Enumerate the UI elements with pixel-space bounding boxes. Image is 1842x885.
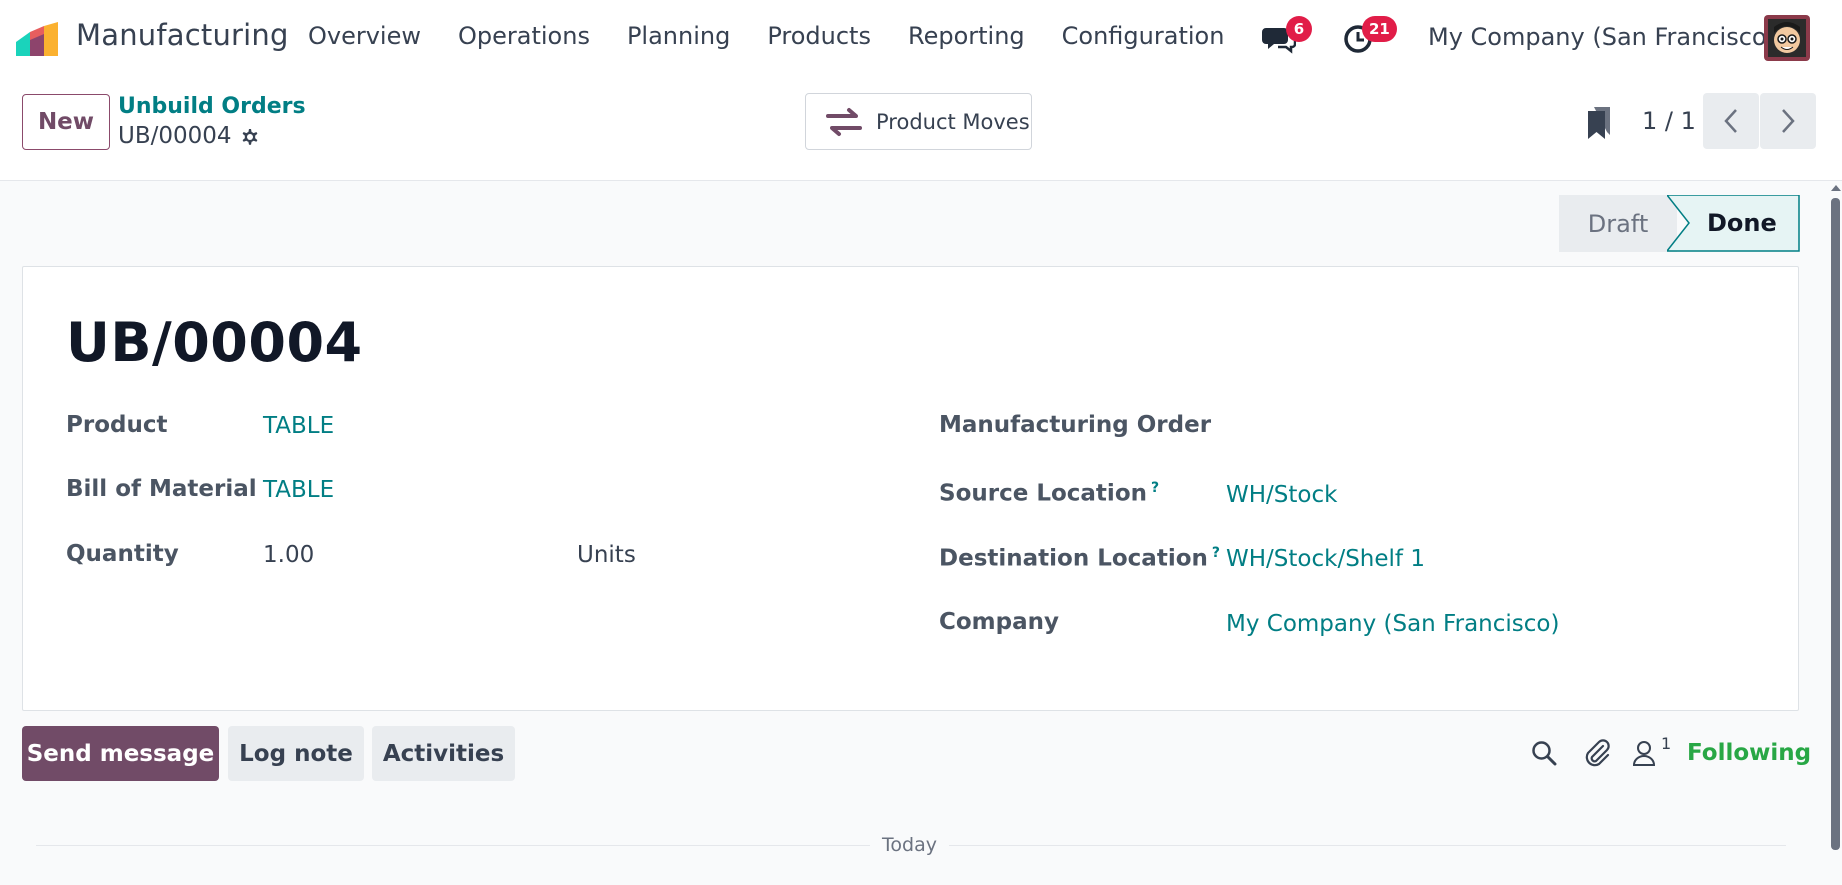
user-icon[interactable] xyxy=(1632,740,1656,766)
activities-button[interactable]: Activities xyxy=(372,726,515,781)
user-avatar[interactable] xyxy=(1764,15,1810,61)
product-moves-button[interactable]: Product Moves xyxy=(805,93,1032,150)
company-label: Company xyxy=(939,609,1059,635)
destination-location-label: Destination Location? xyxy=(939,545,1220,572)
record-title: UB/00004 xyxy=(66,311,363,374)
source-location-label: Source Location? xyxy=(939,480,1159,507)
product-moves-icon xyxy=(826,107,862,136)
menu-planning[interactable]: Planning xyxy=(627,22,730,50)
new-button[interactable]: New xyxy=(22,94,110,150)
manufacturing-order-label: Manufacturing Order xyxy=(939,412,1212,438)
destination-location-label-text: Destination Location xyxy=(939,545,1208,572)
quantity-label: Quantity xyxy=(66,541,179,567)
menu-reporting[interactable]: Reporting xyxy=(908,22,1025,50)
send-message-button[interactable]: Send message xyxy=(22,726,219,781)
following-button[interactable]: Following xyxy=(1687,740,1811,766)
pager-previous-button[interactable] xyxy=(1703,93,1759,149)
bom-label: Bill of Material xyxy=(66,476,257,502)
source-location-help-icon[interactable]: ? xyxy=(1151,480,1159,496)
search-icon[interactable] xyxy=(1531,740,1557,766)
form-sheet: UB/00004 Product TABLE Bill of Material … xyxy=(22,266,1799,711)
chevron-left-icon xyxy=(1724,109,1737,133)
messages-badge: 6 xyxy=(1286,16,1312,42)
menu-operations[interactable]: Operations xyxy=(458,22,590,50)
control-panel: New Unbuild Orders UB/00004 Product Move… xyxy=(0,77,1842,181)
app-name[interactable]: Manufacturing xyxy=(76,18,289,52)
pager-value[interactable]: 1 / 1 xyxy=(1642,107,1696,135)
scrollbar-thumb[interactable] xyxy=(1831,198,1840,850)
manufacturing-app-icon[interactable] xyxy=(16,22,64,56)
destination-location-help-icon[interactable]: ? xyxy=(1212,545,1220,561)
product-moves-label: Product Moves xyxy=(876,109,1030,134)
log-note-button[interactable]: Log note xyxy=(228,726,364,781)
product-label: Product xyxy=(66,412,168,438)
status-done[interactable]: Done xyxy=(1707,195,1777,252)
company-value[interactable]: My Company (San Francisco) xyxy=(1226,611,1559,637)
chevron-right-icon xyxy=(1782,109,1795,133)
follower-count[interactable]: 1 xyxy=(1661,734,1671,753)
source-location-value[interactable]: WH/Stock xyxy=(1226,482,1337,508)
main-menu: Overview Operations Planning Products Re… xyxy=(308,22,1261,50)
breadcrumb-unbuild-orders[interactable]: Unbuild Orders xyxy=(118,94,306,119)
bookmark-icon[interactable] xyxy=(1586,105,1612,141)
product-value[interactable]: TABLE xyxy=(263,413,334,439)
bom-value[interactable]: TABLE xyxy=(263,477,334,503)
destination-location-value[interactable]: WH/Stock/Shelf 1 xyxy=(1226,546,1425,572)
paperclip-icon[interactable] xyxy=(1583,738,1611,768)
gear-icon[interactable] xyxy=(238,125,262,149)
today-label: Today xyxy=(870,834,949,856)
menu-configuration[interactable]: Configuration xyxy=(1062,22,1225,50)
scroll-up-arrow-icon[interactable] xyxy=(1830,184,1842,192)
top-navbar: Manufacturing Overview Operations Planni… xyxy=(0,0,1842,77)
breadcrumb-current-record: UB/00004 xyxy=(118,123,232,149)
menu-overview[interactable]: Overview xyxy=(308,22,421,50)
menu-products[interactable]: Products xyxy=(767,22,871,50)
quantity-value[interactable]: 1.00 xyxy=(263,542,314,568)
pager-next-button[interactable] xyxy=(1760,93,1816,149)
activities-badge: 21 xyxy=(1362,16,1397,42)
company-switcher[interactable]: My Company (San Francisco) xyxy=(1428,23,1776,51)
status-draft[interactable]: Draft xyxy=(1559,195,1677,252)
uom-value[interactable]: Units xyxy=(577,542,636,568)
source-location-label-text: Source Location xyxy=(939,480,1147,507)
